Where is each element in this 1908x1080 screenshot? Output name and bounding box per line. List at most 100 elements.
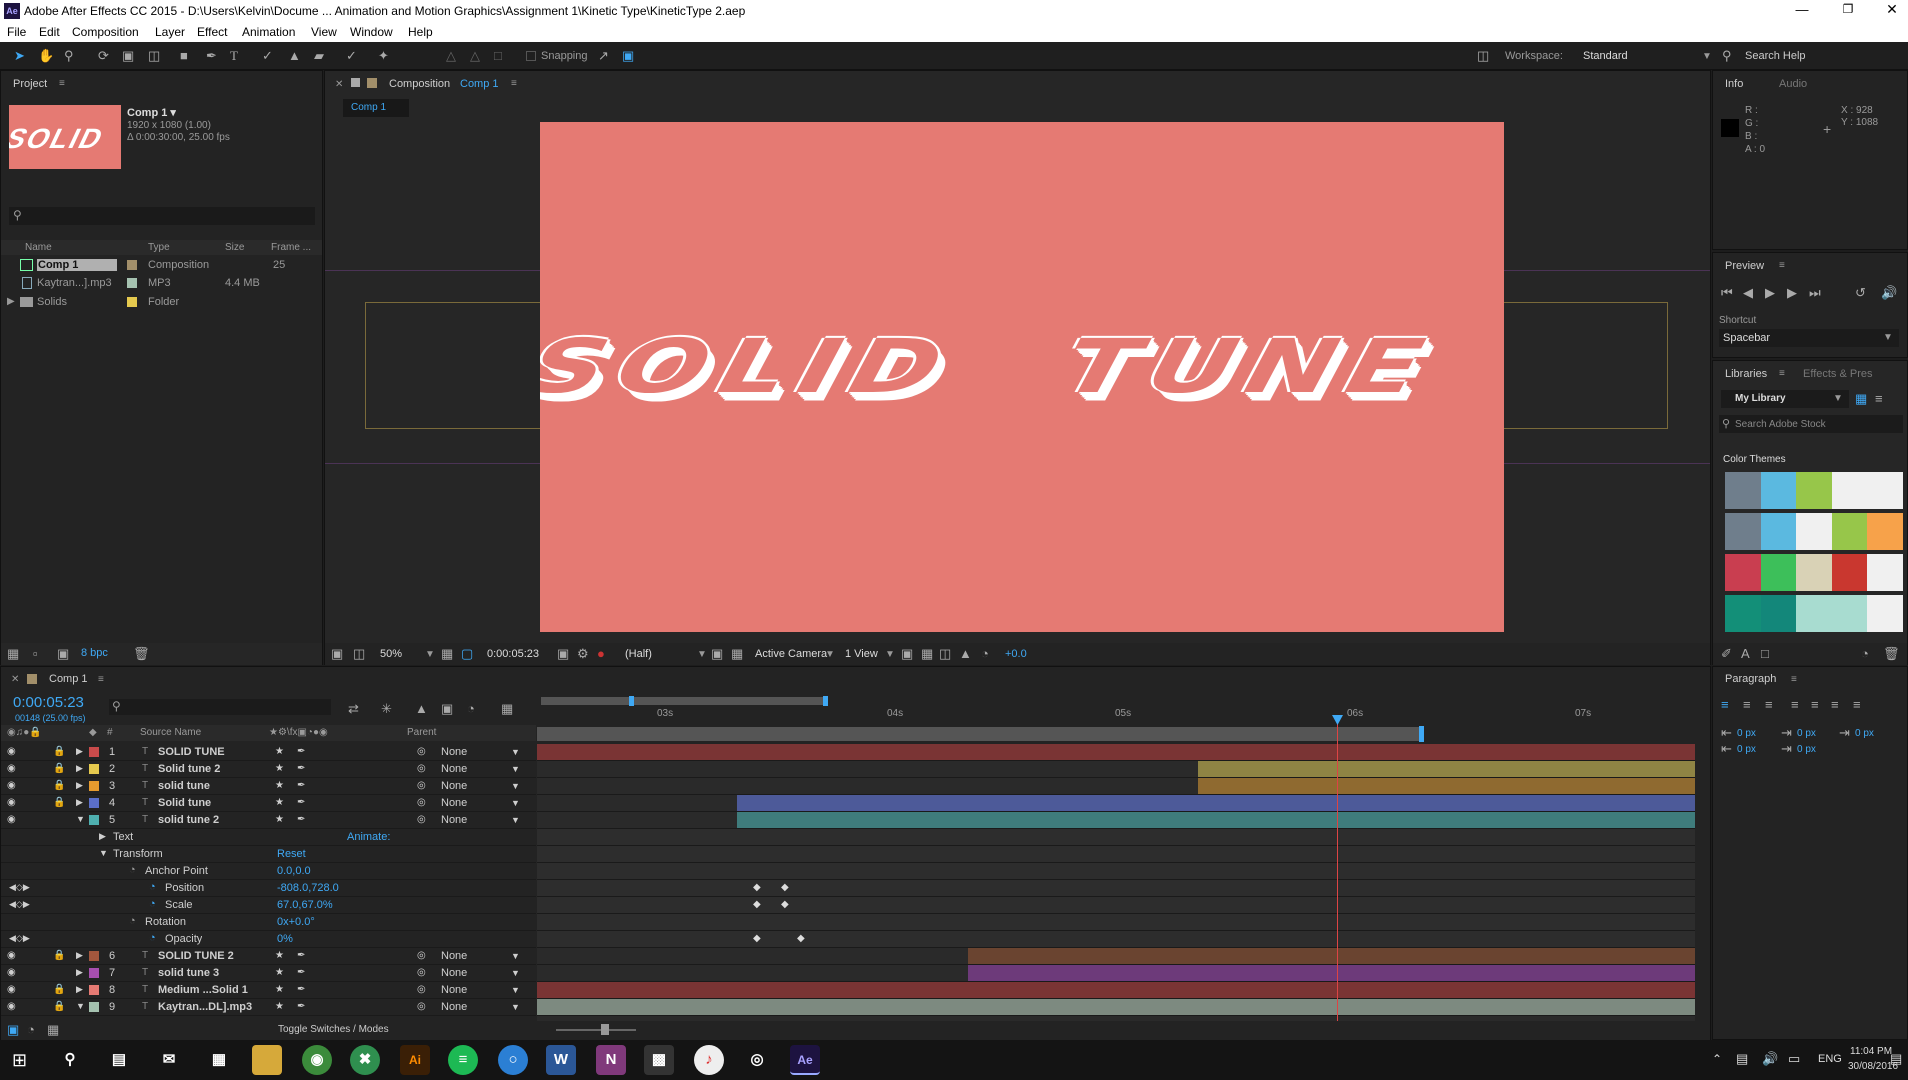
justify-right-icon[interactable]: ≡ xyxy=(1831,697,1839,713)
layer-label-color[interactable] xyxy=(89,815,99,825)
region-of-interest-icon[interactable]: ▣ xyxy=(711,646,723,662)
close-tab-icon[interactable]: ✕ xyxy=(335,79,343,90)
roto-brush-tool-icon[interactable]: ✓ xyxy=(346,48,357,64)
menu-file[interactable]: File xyxy=(7,25,26,39)
search-help-field[interactable]: Search Help xyxy=(1745,50,1885,62)
indent-right-value[interactable]: 0 px xyxy=(1797,728,1816,739)
property-value[interactable]: Animate: xyxy=(347,831,390,843)
quality-switch-icon[interactable]: ✒ xyxy=(297,950,305,961)
toggle-pixel-aspect-icon[interactable]: ▣ xyxy=(901,646,913,662)
axis-world-icon[interactable]: △ xyxy=(470,48,480,64)
expand-arrow-icon[interactable]: ▶ xyxy=(76,950,83,961)
parent-select[interactable]: None xyxy=(441,797,467,809)
visibility-eye-icon[interactable]: ◉ xyxy=(7,984,16,995)
property-row[interactable]: ◔ Rotation 0x+0.0° xyxy=(1,914,536,931)
quality-switch-icon[interactable]: ✒ xyxy=(297,967,305,978)
justify-all-icon[interactable]: ≡ xyxy=(1853,697,1861,713)
collapse-switch-icon[interactable]: ★ xyxy=(275,797,284,808)
parent-select[interactable]: None xyxy=(441,1001,467,1013)
color-theme[interactable] xyxy=(1725,513,1903,550)
language-indicator[interactable]: ENG xyxy=(1818,1053,1842,1065)
file-explorer-icon[interactable] xyxy=(252,1045,282,1075)
work-area-bar[interactable] xyxy=(541,696,828,706)
channel-icon[interactable]: ● xyxy=(597,646,605,662)
property-row[interactable]: ◀◇▶ ◔ Opacity 0% xyxy=(1,931,536,948)
rectangle-tool-icon[interactable]: ■ xyxy=(180,48,188,64)
sync-icon[interactable]: ◔ xyxy=(1861,646,1869,662)
collapse-switch-icon[interactable]: ★ xyxy=(275,1001,284,1012)
stopwatch-icon[interactable]: ◔ xyxy=(149,881,156,893)
lock-icon[interactable]: 🔒 xyxy=(53,984,65,995)
battery-icon[interactable]: ▭ xyxy=(1788,1051,1800,1067)
project-item[interactable]: ▶ Solids Folder xyxy=(1,294,322,311)
navigator-end-handle[interactable] xyxy=(1419,726,1424,742)
project-tab[interactable]: Project xyxy=(13,78,47,90)
visibility-eye-icon[interactable]: ◉ xyxy=(7,780,16,791)
trash-icon[interactable]: 🗑 xyxy=(1883,646,1900,662)
notifications-icon[interactable]: ▤ xyxy=(1890,1051,1902,1067)
parent-select[interactable]: None xyxy=(441,984,467,996)
col-type[interactable]: Type xyxy=(148,242,170,253)
expand-arrow-icon[interactable]: ▶ xyxy=(76,746,83,757)
panel-menu-icon[interactable]: ≡ xyxy=(1779,368,1785,379)
word-icon[interactable]: W xyxy=(546,1045,576,1075)
resolution-dropdown-icon[interactable]: ▼ xyxy=(697,649,707,660)
keyframe-navigator-icon[interactable]: ◀◇▶ xyxy=(9,882,30,893)
restore-button[interactable]: ❐ xyxy=(1838,2,1858,20)
stopwatch-icon[interactable]: ◔ xyxy=(129,915,136,927)
new-comp-icon[interactable]: ▣ xyxy=(57,646,69,662)
rotate-tool-icon[interactable]: ⟳ xyxy=(98,48,109,64)
layer-label-color[interactable] xyxy=(89,764,99,774)
text-property-group[interactable]: ▶ Text Animate: xyxy=(1,829,536,846)
keyframe-icon[interactable]: ◆ xyxy=(781,899,789,910)
property-value[interactable]: 67.0,67.0% xyxy=(277,899,333,911)
spotify-icon[interactable]: ≡ xyxy=(448,1045,478,1075)
lock-icon[interactable]: 🔒 xyxy=(53,950,65,961)
close-button[interactable]: ✕ xyxy=(1882,1,1902,19)
axis-view-icon[interactable]: □ xyxy=(494,48,502,64)
snapping-checkbox[interactable] xyxy=(526,51,536,61)
col-name[interactable]: Name xyxy=(25,242,52,253)
pan-behind-tool-icon[interactable]: ◫ xyxy=(148,48,160,64)
quality-switch-icon[interactable]: ✒ xyxy=(297,746,305,757)
expand-arrow-icon[interactable]: ▶ xyxy=(76,797,83,808)
layer-label-color[interactable] xyxy=(89,951,99,961)
parent-dropdown-icon[interactable]: ▼ xyxy=(511,815,520,825)
graph-editor-icon[interactable]: ▦ xyxy=(501,701,513,717)
panel-menu-icon[interactable]: ≡ xyxy=(1779,260,1785,271)
quality-switch-icon[interactable]: ✒ xyxy=(297,763,305,774)
draft-3d-icon[interactable]: ✳ xyxy=(381,701,392,717)
pick-whip-icon[interactable]: ◎ xyxy=(417,984,426,995)
library-select[interactable]: My Library ▼ xyxy=(1721,390,1849,408)
first-frame-icon[interactable]: ⏮ xyxy=(1721,285,1733,301)
visibility-eye-icon[interactable]: ◉ xyxy=(7,967,16,978)
workspace-select[interactable]: Standard xyxy=(1583,50,1703,62)
comp-breadcrumb[interactable]: Comp 1 xyxy=(343,99,409,117)
shy-layers-icon[interactable]: ▲ xyxy=(415,701,428,717)
panel-menu-icon[interactable]: ≡ xyxy=(59,78,65,89)
interpret-footage-icon[interactable]: ▦ xyxy=(7,646,19,662)
reset-exposure-icon[interactable]: ◔ xyxy=(981,646,989,662)
visibility-eye-icon[interactable]: ◉ xyxy=(7,763,16,774)
parent-dropdown-icon[interactable]: ▼ xyxy=(511,951,520,961)
layer-name[interactable]: SOLID TUNE xyxy=(158,746,273,758)
messenger-icon[interactable]: ○ xyxy=(498,1045,528,1075)
collapse-switch-icon[interactable]: ★ xyxy=(275,763,284,774)
media-player-icon[interactable]: ◎ xyxy=(742,1045,772,1075)
minimize-button[interactable]: — xyxy=(1792,2,1812,20)
property-value[interactable]: Reset xyxy=(277,848,306,860)
play-icon[interactable]: ▶ xyxy=(1765,285,1775,301)
layer-row[interactable]: ◉ 🔒 ▶ 4 T Solid tune ★ ✒ ◎ None ▼ xyxy=(1,795,536,812)
illustrator-icon[interactable]: Ai xyxy=(400,1045,430,1075)
expand-arrow-icon[interactable]: ▼ xyxy=(76,814,85,824)
source-name-column[interactable]: Source Name xyxy=(140,727,201,738)
layer-label-color[interactable] xyxy=(89,968,99,978)
layer-label-color[interactable] xyxy=(89,1002,99,1012)
panel-menu-icon[interactable]: ≡ xyxy=(511,78,517,89)
property-value[interactable]: 0% xyxy=(277,933,293,945)
layer-duration-bar[interactable] xyxy=(537,982,1695,998)
grid-guides-icon[interactable]: ▦ xyxy=(441,646,453,662)
menu-composition[interactable]: Composition xyxy=(72,25,139,39)
trash-icon[interactable]: 🗑 xyxy=(133,646,150,662)
layer-duration-bar[interactable] xyxy=(737,812,1695,828)
